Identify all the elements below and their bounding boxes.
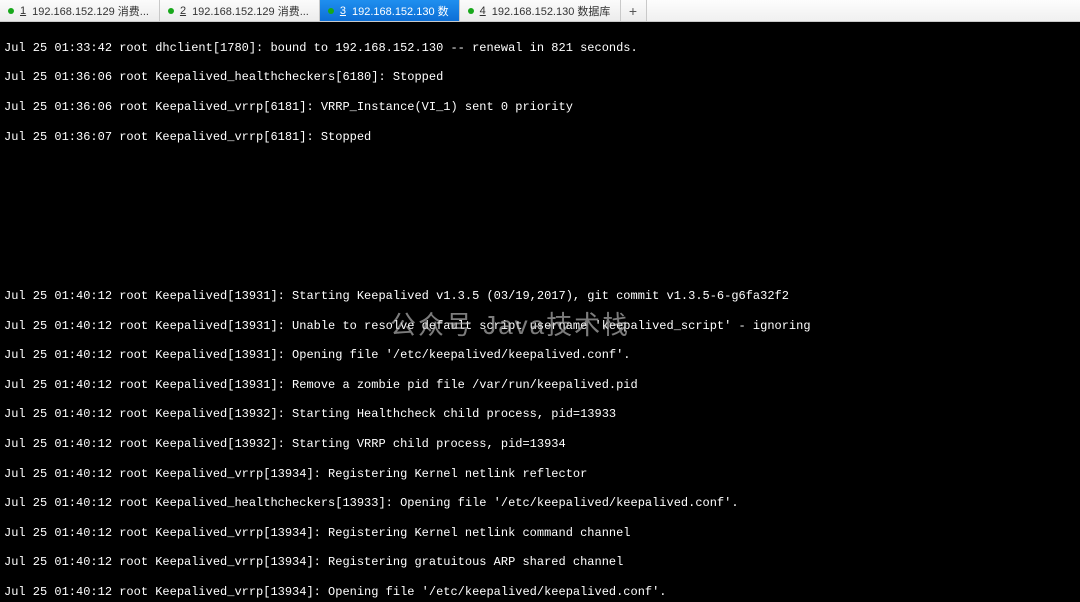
tab-label: 192.168.152.129 消费... — [192, 3, 309, 19]
log-line: Jul 25 01:36:07 root Keepalived_vrrp[618… — [4, 130, 1076, 145]
status-dot-icon — [168, 8, 174, 14]
status-dot-icon — [468, 8, 474, 14]
tab-1[interactable]: 1 192.168.152.129 消费... — [0, 0, 160, 21]
log-line: Jul 25 01:36:06 root Keepalived_healthch… — [4, 70, 1076, 85]
blank-gap — [4, 159, 1076, 274]
log-line: Jul 25 01:40:12 root Keepalived_vrrp[139… — [4, 585, 1076, 600]
log-line: Jul 25 01:40:12 root Keepalived[13931]: … — [4, 378, 1076, 393]
log-line: Jul 25 01:40:12 root Keepalived[13931]: … — [4, 289, 1076, 304]
status-dot-icon — [8, 8, 14, 14]
tab-label: 192.168.152.129 消费... — [32, 3, 149, 19]
log-line: Jul 25 01:40:12 root Keepalived_vrrp[139… — [4, 526, 1076, 541]
log-line: Jul 25 01:36:06 root Keepalived_vrrp[618… — [4, 100, 1076, 115]
tab-label: 192.168.152.130 数 — [352, 3, 449, 19]
new-tab-button[interactable]: + — [621, 0, 647, 21]
tab-bar: 1 192.168.152.129 消费... 2 192.168.152.12… — [0, 0, 1080, 22]
log-line: Jul 25 01:40:12 root Keepalived[13931]: … — [4, 348, 1076, 363]
status-dot-icon — [328, 8, 334, 14]
tab-index: 3 — [340, 5, 346, 17]
tab-index: 4 — [480, 5, 486, 17]
log-line: Jul 25 01:40:12 root Keepalived_vrrp[139… — [4, 555, 1076, 570]
terminal-output[interactable]: Jul 25 01:33:42 root dhclient[1780]: bou… — [0, 22, 1080, 602]
log-line: Jul 25 01:33:42 root dhclient[1780]: bou… — [4, 41, 1076, 56]
tab-label: 192.168.152.130 数据库 — [492, 3, 611, 19]
tab-2[interactable]: 2 192.168.152.129 消费... — [160, 0, 320, 21]
log-line: Jul 25 01:40:12 root Keepalived[13932]: … — [4, 407, 1076, 422]
tab-index: 2 — [180, 5, 186, 17]
log-line: Jul 25 01:40:12 root Keepalived[13932]: … — [4, 437, 1076, 452]
plus-icon: + — [629, 3, 637, 19]
tab-index: 1 — [20, 5, 26, 17]
log-line: Jul 25 01:40:12 root Keepalived_healthch… — [4, 496, 1076, 511]
tab-3[interactable]: 3 192.168.152.130 数 — [320, 0, 460, 21]
tab-4[interactable]: 4 192.168.152.130 数据库 — [460, 0, 622, 21]
log-line: Jul 25 01:40:12 root Keepalived[13931]: … — [4, 319, 1076, 334]
log-line: Jul 25 01:40:12 root Keepalived_vrrp[139… — [4, 467, 1076, 482]
